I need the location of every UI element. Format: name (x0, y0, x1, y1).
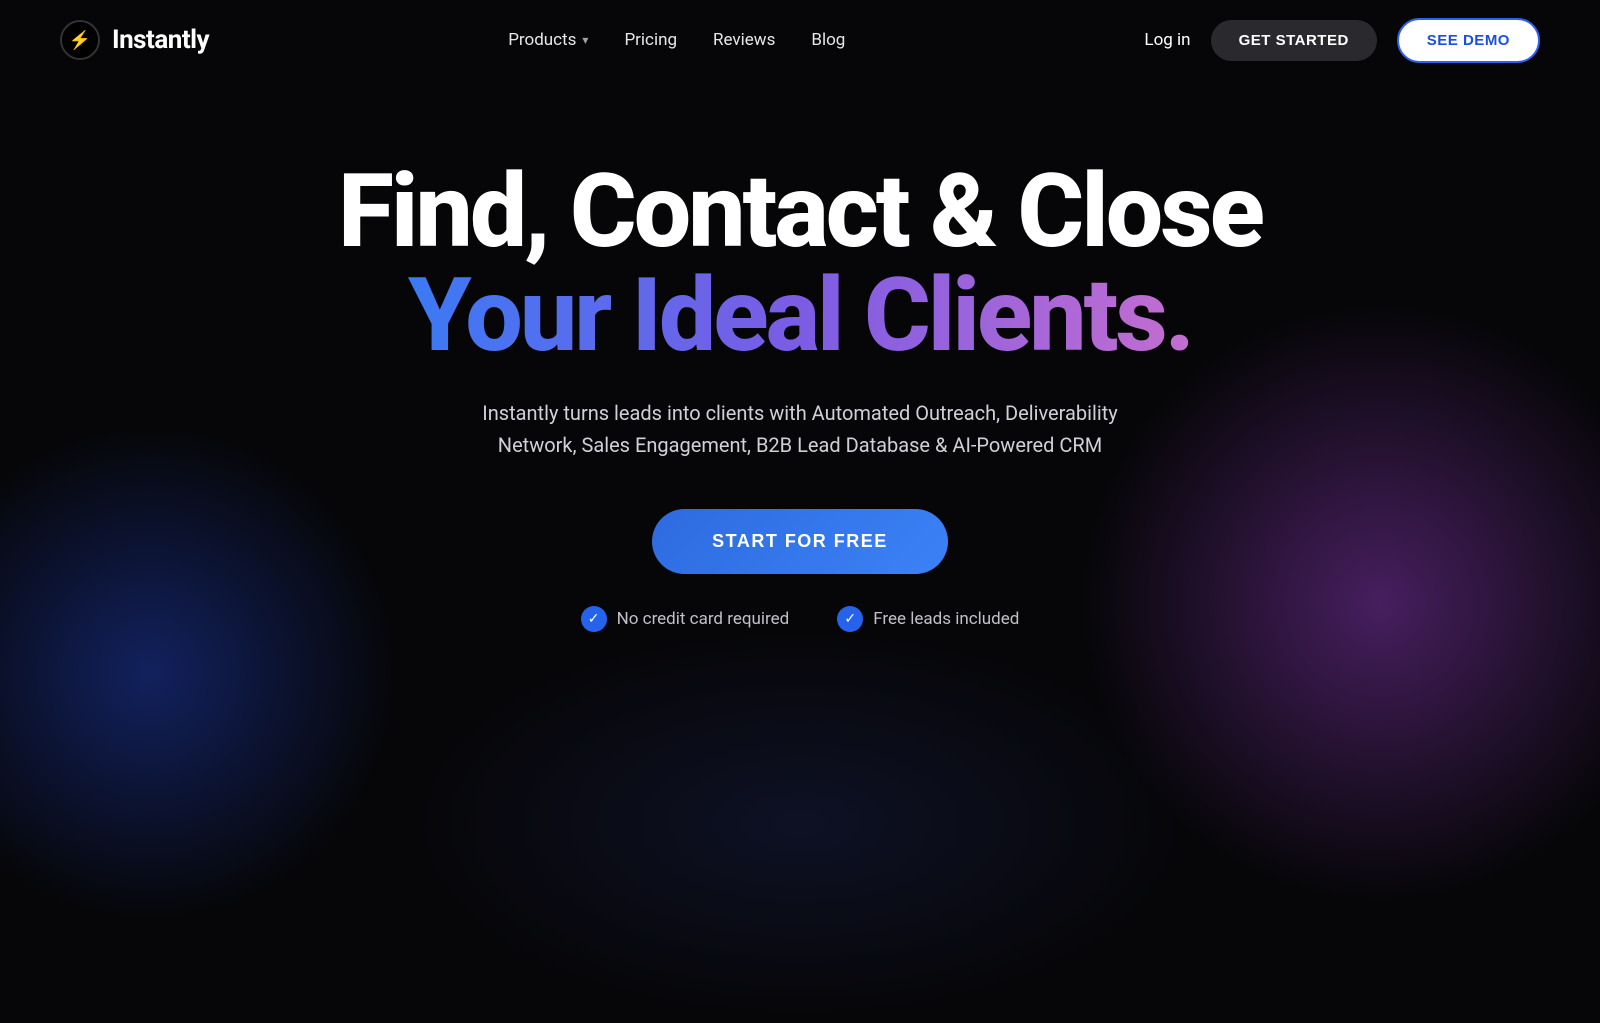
nav-right: Log in GET STARTED SEE DEMO (1144, 18, 1540, 63)
login-link[interactable]: Log in (1144, 30, 1190, 50)
nav-links: Products ▾ Pricing Reviews Blog (508, 30, 845, 50)
trust-badge-label-1: No credit card required (617, 609, 790, 629)
hero-title-line1: Find, Contact & Close (338, 160, 1262, 262)
check-icon-2: ✓ (837, 606, 863, 632)
trust-badges: ✓ No credit card required ✓ Free leads i… (581, 606, 1020, 632)
trust-badge-free-leads: ✓ Free leads included (837, 606, 1019, 632)
products-link[interactable]: Products ▾ (508, 30, 588, 50)
logo-link[interactable]: ⚡ Instantly (60, 20, 209, 60)
blog-link[interactable]: Blog (811, 30, 845, 50)
get-started-button[interactable]: GET STARTED (1211, 20, 1377, 61)
logo-icon: ⚡ (60, 20, 100, 60)
bg-glow-center-bottom (400, 623, 1200, 1023)
trust-badge-label-2: Free leads included (873, 609, 1019, 629)
navbar: ⚡ Instantly Products ▾ Pricing Reviews B… (0, 0, 1600, 80)
check-icon-1: ✓ (581, 606, 607, 632)
nav-item-pricing[interactable]: Pricing (624, 30, 677, 50)
hero-subtitle: Instantly turns leads into clients with … (460, 397, 1140, 461)
hero-section: Find, Contact & Close Your Ideal Clients… (0, 80, 1600, 632)
trust-badge-no-credit-card: ✓ No credit card required (581, 606, 790, 632)
chevron-down-icon: ▾ (582, 33, 588, 47)
pricing-link[interactable]: Pricing (624, 30, 677, 50)
nav-item-blog[interactable]: Blog (811, 30, 845, 50)
see-demo-button[interactable]: SEE DEMO (1397, 18, 1540, 63)
nav-item-products[interactable]: Products ▾ (508, 30, 588, 50)
logo-text: Instantly (112, 25, 209, 55)
start-free-button[interactable]: START FOR FREE (652, 509, 948, 574)
reviews-link[interactable]: Reviews (713, 30, 775, 50)
hero-title-line2: Your Ideal Clients. (408, 262, 1192, 369)
nav-item-reviews[interactable]: Reviews (713, 30, 775, 50)
